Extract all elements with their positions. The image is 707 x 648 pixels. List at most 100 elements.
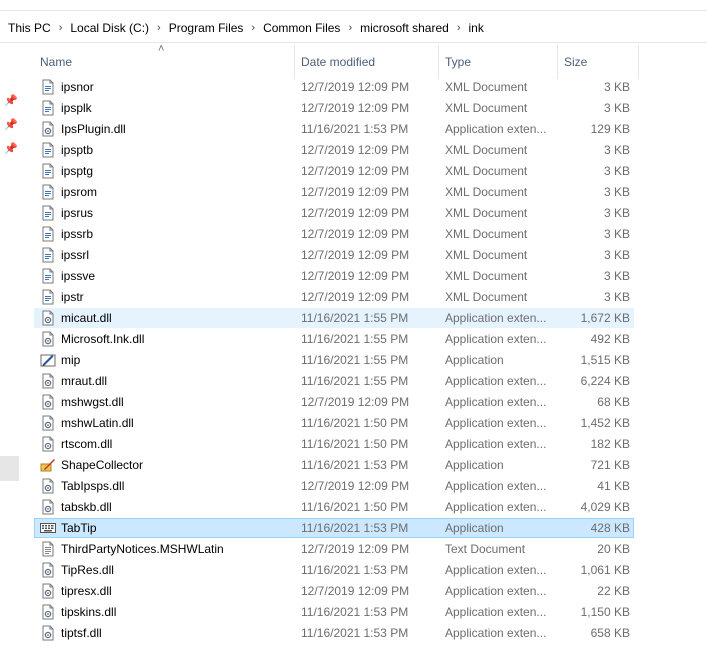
file-row[interactable]: mshwLatin.dll 11/16/2021 1:50 PM Applicati… [34, 413, 634, 433]
file-row[interactable]: ipsrus 12/7/2019 12:09 PM XML Document 3 KB [34, 203, 634, 223]
file-row[interactable]: rtscom.dll 11/16/2021 1:50 PM Application … [34, 434, 634, 454]
breadcrumb-separator-chevron-icon[interactable]: › [54, 22, 68, 34]
file-name: micaut.dll [61, 311, 112, 325]
file-name: mshwgst.dll [61, 395, 124, 409]
file-date-modified: 11/16/2021 1:53 PM [301, 563, 409, 577]
breadcrumb-separator-chevron-icon[interactable]: › [343, 22, 357, 34]
address-bar-breadcrumb[interactable]: This PC › Local Disk (C:) › Program Files › Co… [0, 13, 707, 43]
dll-file-icon [40, 583, 56, 599]
file-date-modified: 11/16/2021 1:55 PM [301, 374, 409, 388]
file-date-modified: 12/7/2019 12:09 PM [301, 101, 410, 115]
pin-icon[interactable]: 📌 [4, 119, 18, 132]
file-row[interactable]: mshwgst.dll 12/7/2019 12:09 PM Application… [34, 392, 634, 412]
file-type: Application exten... [445, 479, 547, 493]
file-type: Application exten... [445, 605, 547, 619]
breadcrumb-item[interactable]: microsoft shared [357, 21, 452, 35]
file-type: Application exten... [445, 437, 547, 451]
file-row[interactable]: ipsplk 12/7/2019 12:09 PM XML Document 3 KB [34, 98, 634, 118]
xml-document-icon [40, 79, 56, 95]
file-name: mraut.dll [61, 374, 108, 388]
file-row[interactable]: TabIpsps.dll 12/7/2019 12:09 PM Applicatio… [34, 476, 634, 496]
file-row[interactable]: tiptsf.dll 11/16/2021 1:53 PM Application … [34, 623, 634, 643]
file-date-modified: 11/16/2021 1:50 PM [301, 500, 409, 514]
file-type: Application [445, 458, 504, 472]
file-type: Application exten... [445, 374, 547, 388]
column-header-size[interactable]: Size [558, 45, 639, 79]
xml-document-icon [40, 100, 56, 116]
file-row[interactable]: TipRes.dll 11/16/2021 1:53 PM Application … [34, 560, 634, 580]
file-row[interactable]: tipskins.dll 11/16/2021 1:53 PM Applicatio… [34, 602, 634, 622]
file-date-modified: 12/7/2019 12:09 PM [301, 143, 410, 157]
file-size: 1,672 KB [580, 311, 630, 325]
navigation-pane-selected-item[interactable] [0, 456, 19, 481]
file-name: ipssrb [61, 227, 94, 241]
breadcrumb-separator-chevron-icon[interactable]: › [152, 22, 166, 34]
file-name: tabskb.dll [61, 500, 112, 514]
file-row[interactable]: mraut.dll 11/16/2021 1:55 PM Application e… [34, 371, 634, 391]
file-size: 492 KB [590, 332, 630, 346]
column-header-type[interactable]: Type [439, 45, 558, 79]
breadcrumb-item[interactable]: Program Files [166, 21, 247, 35]
file-row[interactable]: tabskb.dll 11/16/2021 1:50 PM Application … [34, 497, 634, 517]
file-row[interactable]: TabTip 11/16/2021 1:53 PM Application 428 K… [34, 518, 634, 538]
file-size: 4,029 KB [580, 500, 630, 514]
pin-icon[interactable]: 📌 [4, 143, 18, 156]
file-date-modified: 12/7/2019 12:09 PM [301, 542, 410, 556]
breadcrumb-item[interactable]: This PC [0, 21, 54, 35]
file-date-modified: 12/7/2019 12:09 PM [301, 164, 410, 178]
file-size: 1,150 KB [580, 605, 630, 619]
file-type: XML Document [445, 290, 528, 304]
file-row[interactable]: tipresx.dll 12/7/2019 12:09 PM Application… [34, 581, 634, 601]
file-date-modified: 11/16/2021 1:50 PM [301, 437, 409, 451]
column-header-name[interactable]: Name [34, 45, 295, 79]
file-type: Application exten... [445, 416, 547, 430]
column-header-row: ˄ Name Date modified Type Size [34, 43, 639, 79]
file-date-modified: 12/7/2019 12:09 PM [301, 185, 410, 199]
file-row[interactable]: ipsrom 12/7/2019 12:09 PM XML Document 3 KB [34, 182, 634, 202]
file-row[interactable]: ipssrb 12/7/2019 12:09 PM XML Document 3 KB [34, 224, 634, 244]
file-name: ThirdPartyNotices.MSHWLatin [61, 542, 224, 556]
file-row[interactable]: ipsnor 12/7/2019 12:09 PM XML Document 3 KB [34, 77, 634, 97]
file-row[interactable]: IpsPlugin.dll 11/16/2021 1:53 PM Applicati… [34, 119, 634, 139]
breadcrumb-item[interactable]: Local Disk (C:) [67, 21, 152, 35]
file-size: 3 KB [603, 206, 630, 220]
column-header-date-modified[interactable]: Date modified [295, 45, 439, 79]
breadcrumb-item[interactable]: ink [465, 21, 486, 35]
file-row[interactable]: ThirdPartyNotices.MSHWLatin 12/7/2019 12:… [34, 539, 634, 559]
file-type: XML Document [445, 206, 528, 220]
file-date-modified: 11/16/2021 1:55 PM [301, 332, 409, 346]
file-row[interactable]: ShapeCollector 11/16/2021 1:53 PM Applicat… [34, 455, 634, 475]
file-size: 3 KB [603, 269, 630, 283]
file-size: 1,061 KB [580, 563, 630, 577]
file-size: 3 KB [603, 143, 630, 157]
file-name: ipssve [61, 269, 96, 283]
dll-file-icon [40, 478, 56, 494]
file-row[interactable]: Microsoft.Ink.dll 11/16/2021 1:55 PM Appli… [34, 329, 634, 349]
breadcrumb-item[interactable]: Common Files [260, 21, 343, 35]
file-name: ipsnor [61, 80, 94, 94]
file-row[interactable]: ipstr 12/7/2019 12:09 PM XML Document 3 KB [34, 287, 634, 307]
file-type: Application exten... [445, 626, 547, 640]
file-row[interactable]: ipssrl 12/7/2019 12:09 PM XML Document 3 KB [34, 245, 634, 265]
breadcrumb-separator-chevron-icon[interactable]: › [246, 22, 260, 34]
file-row[interactable]: micaut.dll 11/16/2021 1:55 PM Application … [34, 308, 634, 328]
dll-file-icon [40, 625, 56, 641]
pin-icon[interactable]: 📌 [4, 95, 18, 108]
keyboard-icon [40, 520, 56, 536]
file-size: 1,452 KB [580, 416, 630, 430]
file-name: Microsoft.Ink.dll [61, 332, 145, 346]
file-row[interactable]: mip 11/16/2021 1:55 PM Application 1,515 KB [34, 350, 634, 370]
file-name: ShapeCollector [61, 458, 144, 472]
file-row[interactable]: ipsptg 12/7/2019 12:09 PM XML Document 3 KB [34, 161, 634, 181]
file-name: ipstr [61, 290, 84, 304]
file-row[interactable]: ipsptb 12/7/2019 12:09 PM XML Document 3 KB [34, 140, 634, 160]
xml-document-icon [40, 163, 56, 179]
file-size: 3 KB [603, 290, 630, 304]
file-row[interactable]: ipssve 12/7/2019 12:09 PM XML Document 3 KB [34, 266, 634, 286]
file-type: Application exten... [445, 500, 547, 514]
breadcrumb-separator-chevron-icon[interactable]: › [452, 22, 466, 34]
dll-file-icon [40, 394, 56, 410]
file-type: Text Document [445, 542, 526, 556]
file-type: Application exten... [445, 122, 547, 136]
file-date-modified: 12/7/2019 12:09 PM [301, 395, 410, 409]
